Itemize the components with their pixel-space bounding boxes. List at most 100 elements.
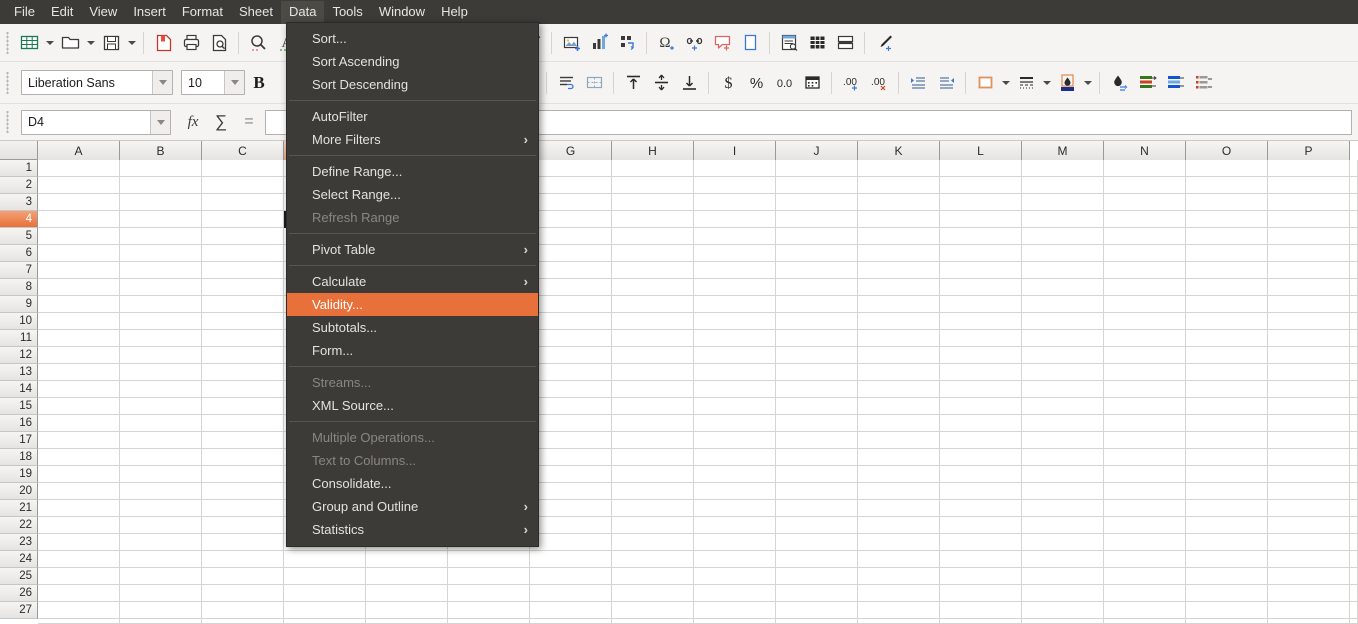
menubar-item-help[interactable]: Help (433, 1, 476, 24)
column-header-C[interactable]: C (202, 141, 284, 160)
row-header-25[interactable]: 25 (0, 568, 38, 585)
row-header-16[interactable]: 16 (0, 415, 38, 432)
new-document-dropdown[interactable] (43, 29, 56, 57)
row-header-18[interactable]: 18 (0, 449, 38, 466)
menubar-item-format[interactable]: Format (174, 1, 231, 24)
wrap-text-icon[interactable] (552, 69, 580, 97)
insert-comment-icon[interactable] (708, 29, 736, 57)
insert-chart-icon[interactable] (585, 29, 613, 57)
column-header-G[interactable]: G (530, 141, 612, 160)
menubar-item-view[interactable]: View (81, 1, 125, 24)
menu-item-calculate[interactable]: Calculate › (287, 270, 538, 293)
row-header-7[interactable]: 7 (0, 262, 38, 279)
column-header-B[interactable]: B (120, 141, 202, 160)
formula-bar-drag-handle[interactable] (3, 111, 12, 133)
font-name-input[interactable]: Liberation Sans (21, 70, 173, 95)
column-header-A[interactable]: A (38, 141, 120, 160)
border-style-dropdown[interactable] (1040, 69, 1053, 97)
bold-button[interactable]: B (245, 69, 273, 97)
menubar-item-tools[interactable]: Tools (324, 1, 370, 24)
column-header-P[interactable]: P (1268, 141, 1350, 160)
row-header-23[interactable]: 23 (0, 534, 38, 551)
row-header-2[interactable]: 2 (0, 177, 38, 194)
split-window-icon[interactable] (831, 29, 859, 57)
format-percent-icon[interactable]: % (742, 69, 770, 97)
format-currency-icon[interactable]: $ (714, 69, 742, 97)
conditional-formatting-icon[interactable] (1105, 69, 1133, 97)
headers-footers-icon[interactable] (775, 29, 803, 57)
menu-item-group-and-outline[interactable]: Group and Outline › (287, 495, 538, 518)
row-header-14[interactable]: 14 (0, 381, 38, 398)
insert-textbox-icon[interactable] (736, 29, 764, 57)
font-name-dropdown-icon[interactable] (152, 71, 172, 94)
background-color-icon[interactable] (1053, 69, 1081, 97)
freeze-rows-columns-icon[interactable] (803, 29, 831, 57)
column-header-L[interactable]: L (940, 141, 1022, 160)
border-style-icon[interactable] (1012, 69, 1040, 97)
row-header-17[interactable]: 17 (0, 432, 38, 449)
row-header-6[interactable]: 6 (0, 245, 38, 262)
menubar-item-data[interactable]: Data (280, 0, 325, 24)
print-icon[interactable] (177, 29, 205, 57)
borders-icon[interactable] (971, 69, 999, 97)
align-top-icon[interactable] (619, 69, 647, 97)
toolbar-drag-handle[interactable] (3, 31, 12, 54)
print-preview-icon[interactable] (205, 29, 233, 57)
row-header-9[interactable]: 9 (0, 296, 38, 313)
pivot-table-icon[interactable] (613, 29, 641, 57)
font-size-dropdown-icon[interactable] (224, 71, 244, 94)
borders-dropdown[interactable] (999, 69, 1012, 97)
row-header-8[interactable]: 8 (0, 279, 38, 296)
function-wizard-icon[interactable]: fx (179, 108, 207, 136)
menu-item-define-range[interactable]: Define Range... (287, 160, 538, 183)
column-header-K[interactable]: K (858, 141, 940, 160)
save-icon[interactable] (97, 29, 125, 57)
menu-item-form[interactable]: Form... (287, 339, 538, 362)
menu-item-sort-ascending[interactable]: Sort Ascending (287, 50, 538, 73)
row-header-26[interactable]: 26 (0, 585, 38, 602)
menu-item-validity[interactable]: Validity... (287, 293, 538, 316)
column-header-H[interactable]: H (612, 141, 694, 160)
background-color-dropdown[interactable] (1081, 69, 1094, 97)
sum-icon[interactable]: ∑ (207, 108, 235, 136)
row-header-1[interactable]: 1 (0, 160, 38, 177)
name-box-dropdown-icon[interactable] (150, 110, 170, 134)
menu-item-consolidate[interactable]: Consolidate... (287, 472, 538, 495)
column-header-I[interactable]: I (694, 141, 776, 160)
column-header-N[interactable]: N (1104, 141, 1186, 160)
row-header-22[interactable]: 22 (0, 517, 38, 534)
column-header-M[interactable]: M (1022, 141, 1104, 160)
cell-styles-icon[interactable] (1189, 69, 1217, 97)
row-header-21[interactable]: 21 (0, 500, 38, 517)
decrease-indent-icon[interactable] (932, 69, 960, 97)
insert-hyperlink-icon[interactable] (680, 29, 708, 57)
row-header-15[interactable]: 15 (0, 398, 38, 415)
row-header-19[interactable]: 19 (0, 466, 38, 483)
menu-item-sort[interactable]: Sort... (287, 27, 538, 50)
open-file-dropdown[interactable] (84, 29, 97, 57)
row-header-4[interactable]: 4 (0, 211, 38, 228)
add-decimal-icon[interactable]: .00 (837, 69, 865, 97)
row-header-12[interactable]: 12 (0, 347, 38, 364)
menu-item-select-range[interactable]: Select Range... (287, 183, 538, 206)
menu-item-sort-descending[interactable]: Sort Descending (287, 73, 538, 96)
format-number-icon[interactable]: 0.0 (770, 69, 798, 97)
row-header-5[interactable]: 5 (0, 228, 38, 245)
name-box[interactable]: D4 (21, 109, 171, 135)
export-pdf-icon[interactable] (149, 29, 177, 57)
row-header-13[interactable]: 13 (0, 364, 38, 381)
row-header-20[interactable]: 20 (0, 483, 38, 500)
menubar-item-edit[interactable]: Edit (43, 1, 81, 24)
menubar-item-sheet[interactable]: Sheet (231, 1, 281, 24)
select-all-corner[interactable] (0, 141, 38, 160)
menu-item-xml-source[interactable]: XML Source... (287, 394, 538, 417)
styles-icon[interactable] (1133, 69, 1161, 97)
cells-area[interactable] (38, 160, 1358, 624)
align-bottom-icon[interactable] (675, 69, 703, 97)
menu-item-statistics[interactable]: Statistics › (287, 518, 538, 541)
new-document-icon[interactable] (15, 29, 43, 57)
toolbar-drag-handle[interactable] (3, 71, 12, 94)
row-header-24[interactable]: 24 (0, 551, 38, 568)
menu-item-autofilter[interactable]: AutoFilter (287, 105, 538, 128)
insert-image-icon[interactable] (557, 29, 585, 57)
